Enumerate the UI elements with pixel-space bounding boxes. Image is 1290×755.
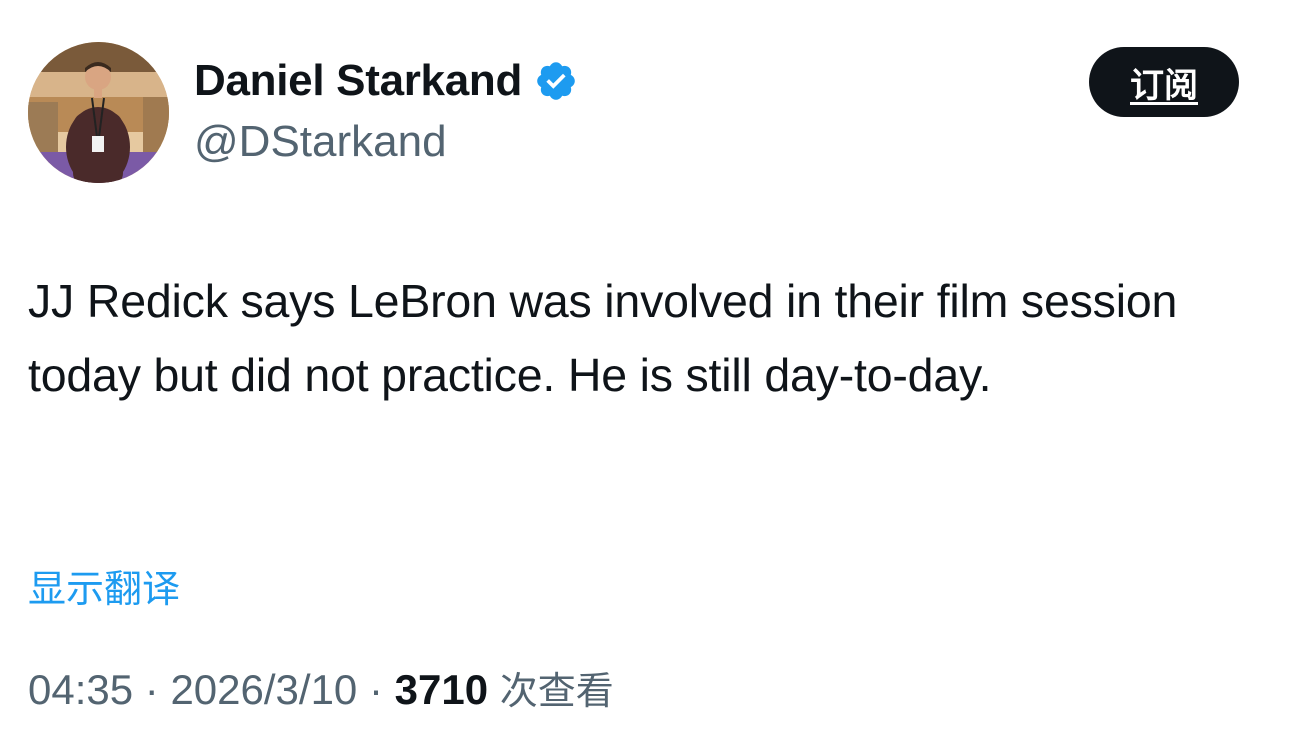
author-display-name-row[interactable]: Daniel Starkand xyxy=(194,56,578,106)
author-display-name[interactable]: Daniel Starkand xyxy=(194,56,522,106)
views-label: 次查看 xyxy=(499,669,614,713)
meta-separator: · xyxy=(357,666,395,713)
subscribe-button[interactable]: 订阅 xyxy=(1089,47,1239,117)
avatar[interactable] xyxy=(28,42,169,183)
tweet-text: JJ Redick says LeBron was involved in th… xyxy=(28,275,1178,401)
author-handle[interactable]: @DStarkand xyxy=(194,117,447,167)
meta-separator: · xyxy=(133,666,171,713)
views-count[interactable]: 3710 xyxy=(395,666,488,713)
show-translation-link[interactable]: 显示翻译 xyxy=(28,558,180,613)
tweet-meta: 04:35 · 2026/3/10 · 3710 次查看 xyxy=(28,660,614,715)
avatar-image xyxy=(28,42,169,183)
verified-badge-icon[interactable] xyxy=(534,59,578,103)
tweet-time[interactable]: 04:35 xyxy=(28,666,133,713)
tweet-date[interactable]: 2026/3/10 xyxy=(170,666,357,713)
